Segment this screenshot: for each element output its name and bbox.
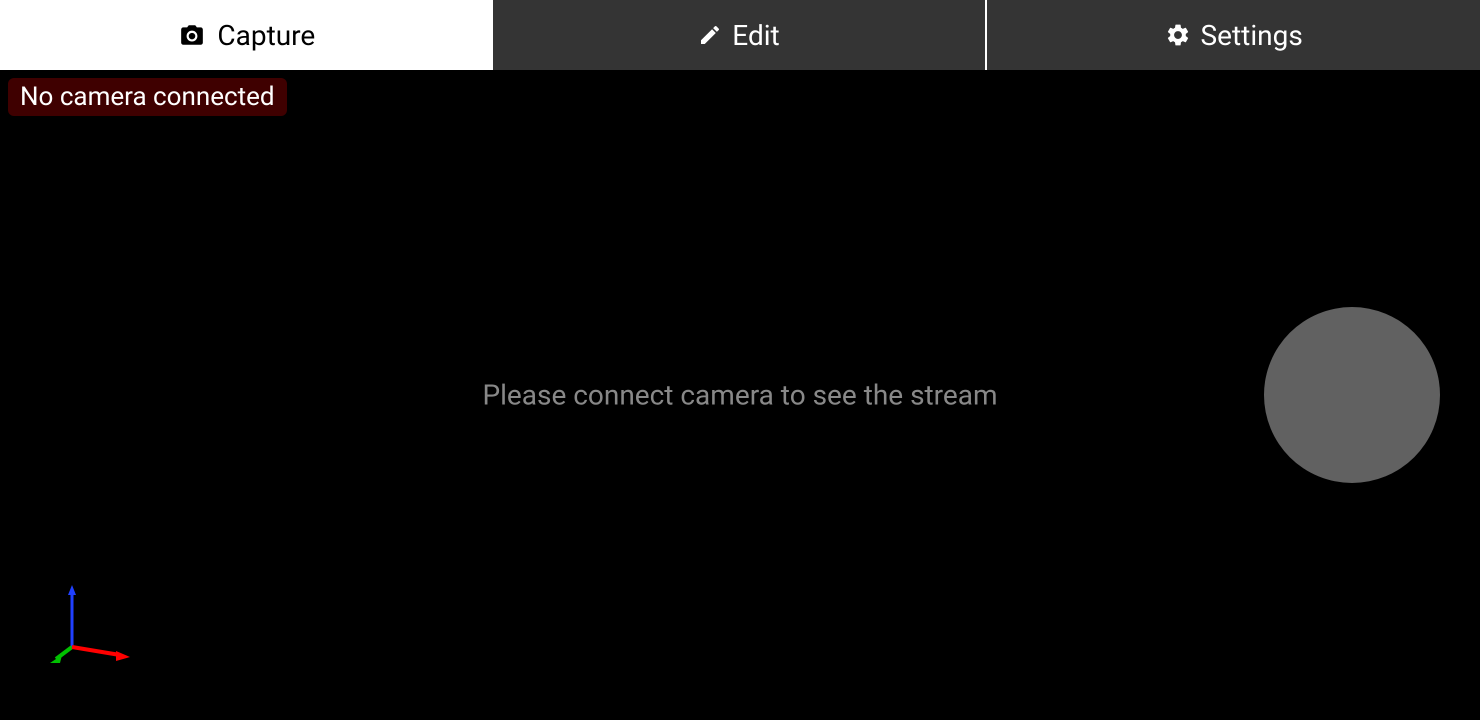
tab-edit[interactable]: Edit bbox=[493, 0, 986, 70]
axis-gizmo[interactable] bbox=[50, 585, 130, 665]
capture-button[interactable] bbox=[1264, 307, 1440, 483]
axis-y bbox=[56, 647, 72, 659]
camera-icon bbox=[177, 22, 207, 48]
axis-x bbox=[72, 647, 120, 655]
tab-capture[interactable]: Capture bbox=[0, 0, 493, 70]
main-tabs: Capture Edit Settings bbox=[0, 0, 1480, 70]
axis-x-arrow bbox=[116, 651, 130, 661]
viewport-placeholder-message: Please connect camera to see the stream bbox=[482, 379, 997, 412]
tab-capture-label: Capture bbox=[217, 19, 315, 52]
camera-status-text: No camera connected bbox=[20, 82, 275, 112]
camera-status-badge: No camera connected bbox=[8, 78, 287, 116]
camera-viewport: No camera connected Please connect camer… bbox=[0, 70, 1480, 720]
axis-z-arrow bbox=[68, 585, 76, 595]
tab-settings[interactable]: Settings bbox=[987, 0, 1480, 70]
tab-settings-label: Settings bbox=[1201, 19, 1303, 52]
axis-y-arrow bbox=[50, 655, 62, 663]
gear-icon bbox=[1165, 22, 1191, 48]
tab-edit-label: Edit bbox=[732, 19, 779, 52]
pencil-icon bbox=[698, 23, 722, 47]
